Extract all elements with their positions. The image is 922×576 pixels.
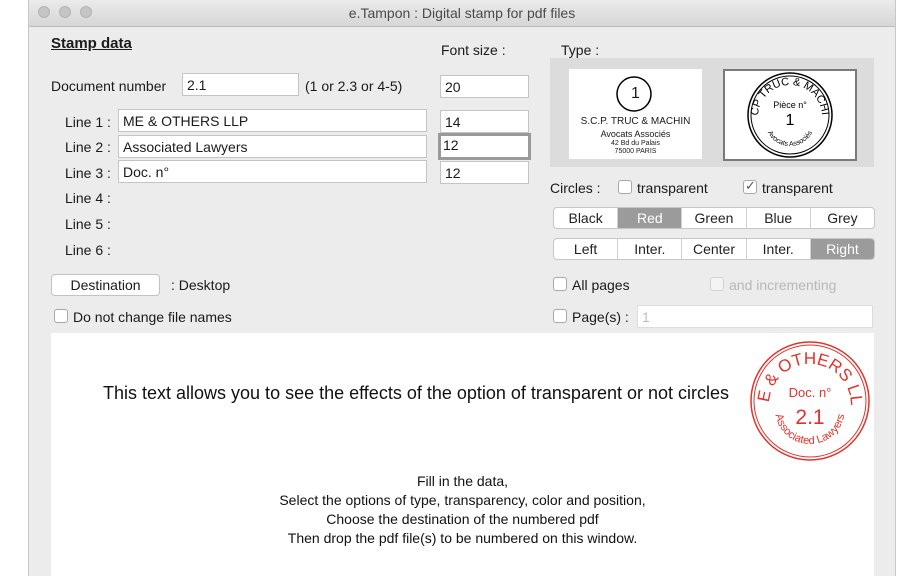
circle-stamp-label: Pièce n° [773, 100, 807, 110]
line-2-label: Line 2 : [65, 139, 111, 155]
preview-stamp-number: 2.1 [795, 406, 824, 429]
color-red-segment[interactable]: Red [618, 208, 683, 228]
document-number-label: Document number [51, 78, 167, 94]
preview-stamp-label: Doc. n° [789, 385, 832, 400]
keep-file-names-label: Do not change file names [73, 309, 232, 325]
line-3-input[interactable]: Doc. n° [118, 160, 427, 183]
line-4-label: Line 4 : [65, 190, 111, 206]
color-grey-segment[interactable]: Grey [811, 208, 874, 228]
rect-stamp-line4: 75000 PARIS [614, 148, 657, 155]
position-inter-left-segment[interactable]: Inter. [618, 239, 683, 259]
line-3-font-size[interactable]: 12 [440, 161, 529, 184]
pages-input[interactable]: 1 [637, 305, 873, 328]
all-pages-label: All pages [572, 277, 630, 293]
incrementing-label: and incrementing [729, 277, 837, 293]
document-number-input[interactable]: 2.1 [182, 73, 299, 96]
color-black-segment[interactable]: Black [554, 208, 619, 228]
svg-text:Avocats Associés: Avocats Associés [766, 129, 814, 148]
preview-stamp: ME & OTHERS LLP Associated Lawyers Doc. … [748, 339, 870, 461]
line-2-input[interactable]: Associated Lawyers [118, 135, 427, 158]
incrementing-checkbox[interactable] [710, 277, 724, 291]
rect-stamp-line3: 42 Bd du Palais [610, 140, 661, 147]
document-number-font-size[interactable]: 20 [440, 75, 529, 98]
window-title: e.Tampon : Digital stamp for pdf files [348, 5, 576, 21]
circle-stamp-number: 1 [786, 112, 795, 129]
rectangular-stamp-option[interactable]: 1 S.C.P. TRUC & MACHIN Avocats Associés … [569, 69, 702, 159]
type-label: Type : [561, 42, 600, 58]
pdf-drop-area[interactable]: This text allows you to see the effects … [51, 333, 874, 576]
circle-stamp-bottom-text: Avocats Associés [766, 129, 814, 148]
rect-stamp-line1: S.C.P. TRUC & MACHIN [580, 116, 691, 127]
preview-sample-text: This text allows you to see the effects … [103, 383, 730, 403]
main-window: e.Tampon : Digital stamp for pdf files S… [28, 0, 896, 576]
destination-value: : Desktop [171, 277, 231, 293]
circles-transparent-checkbox-1[interactable] [618, 180, 632, 194]
circles-transparent-label-1: transparent [637, 180, 708, 196]
circle-stamp-preview: SCP TRUC & MACHIN Avocats Associés Pièce… [725, 71, 833, 158]
title-bar: e.Tampon : Digital stamp for pdf files [29, 0, 895, 27]
pages-label: Page(s) : [572, 309, 629, 325]
line-1-label: Line 1 : [65, 114, 111, 130]
color-blue-segment[interactable]: Blue [747, 208, 811, 228]
color-selector: Black Red Green Blue Grey [553, 207, 875, 229]
instruction-line-1: Fill in the data, [416, 473, 509, 489]
line-1-font-size[interactable]: 14 [440, 110, 529, 133]
line-1-input[interactable]: ME & OTHERS LLP [118, 109, 427, 132]
position-inter-right-segment[interactable]: Inter. [747, 239, 811, 259]
rect-stamp-number: 1 [631, 85, 640, 102]
position-left-segment[interactable]: Left [554, 239, 619, 259]
stamp-data-heading: Stamp data [51, 35, 132, 52]
pages-checkbox[interactable] [553, 309, 567, 323]
circles-label: Circles : [550, 180, 601, 196]
document-number-hint: (1 or 2.3 or 4-5) [305, 78, 403, 94]
instruction-line-4: Then drop the pdf file(s) to be numbered… [287, 530, 638, 546]
font-size-label: Font size : [441, 42, 506, 58]
position-selector: Left Inter. Center Inter. Right [553, 238, 875, 260]
circles-transparent-label-2: transparent [762, 180, 833, 196]
type-selector: 1 S.C.P. TRUC & MACHIN Avocats Associés … [550, 58, 874, 167]
position-right-segment[interactable]: Right [810, 239, 874, 259]
position-center-segment[interactable]: Center [682, 239, 747, 259]
all-pages-checkbox[interactable] [553, 277, 567, 291]
color-green-segment[interactable]: Green [682, 208, 747, 228]
destination-button[interactable]: Destination [51, 274, 160, 296]
line-6-label: Line 6 : [65, 242, 111, 258]
circles-transparent-checkbox-2[interactable] [743, 178, 757, 194]
instruction-line-3: Choose the destination of the numbered p… [326, 511, 599, 527]
line-3-label: Line 3 : [65, 165, 111, 181]
line-2-font-size[interactable]: 12 [438, 133, 531, 160]
keep-file-names-checkbox[interactable] [54, 309, 68, 323]
circular-stamp-option[interactable]: SCP TRUC & MACHIN Avocats Associés Pièce… [723, 69, 857, 161]
instruction-line-2: Select the options of type, transparency… [279, 492, 646, 508]
rect-stamp-line2: Avocats Associés [600, 129, 671, 139]
line-5-label: Line 5 : [65, 216, 111, 232]
